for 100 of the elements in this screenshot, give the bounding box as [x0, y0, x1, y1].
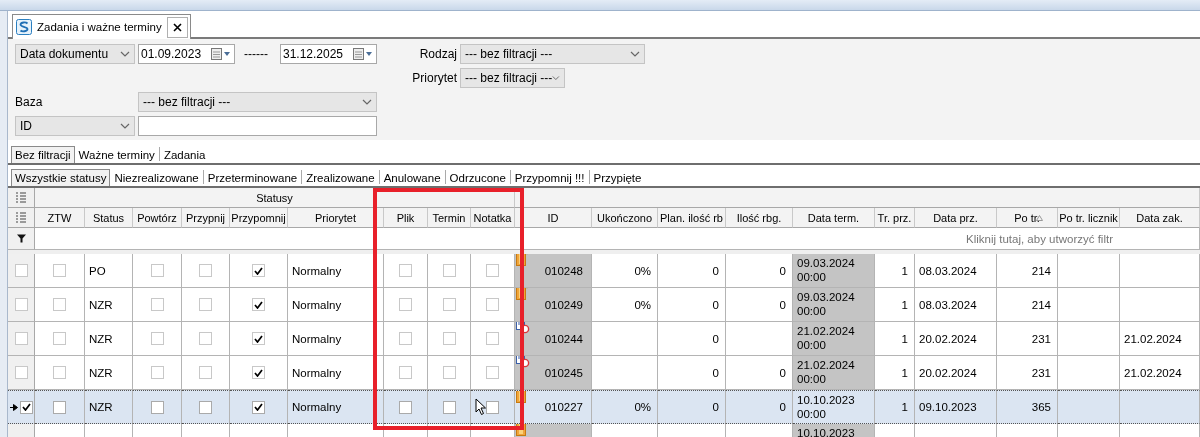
filter-tab[interactable]: Bez filtracji — [11, 146, 75, 163]
filter-tab[interactable]: Zrealizowane — [302, 169, 379, 186]
filter-tab[interactable]: Przeterminowane — [203, 169, 302, 186]
table-cell: PO — [85, 254, 133, 288]
checkbox[interactable] — [199, 264, 212, 277]
table-cell: 0% — [592, 254, 658, 288]
checkbox[interactable] — [252, 264, 265, 277]
checkbox[interactable] — [199, 400, 212, 414]
checkbox[interactable] — [442, 298, 456, 311]
band-header: Statusy — [35, 188, 515, 208]
checkbox[interactable] — [252, 400, 265, 414]
checkbox[interactable] — [442, 366, 456, 379]
checkbox[interactable] — [150, 400, 164, 414]
checkbox[interactable] — [399, 298, 412, 311]
filter-tab[interactable]: Przypomnij !!! — [510, 169, 589, 186]
table-cell: 365 — [997, 390, 1058, 424]
column-header[interactable]: Przypomnij — [230, 208, 288, 228]
column-header[interactable]: Po tr. licznik — [1058, 208, 1120, 228]
column-header[interactable]: Data term. — [793, 208, 875, 228]
table-cell: 0% — [592, 288, 658, 322]
checkbox[interactable] — [486, 264, 499, 277]
id-text: 010249 — [544, 298, 583, 311]
checkbox[interactable] — [53, 400, 66, 414]
checkbox[interactable] — [150, 298, 164, 311]
column-header[interactable]: Po tr. — [997, 208, 1058, 228]
search-field-dropdown[interactable]: ID — [15, 116, 135, 136]
filter-tab[interactable]: Ważne terminy — [74, 146, 159, 163]
table-cell: 1 — [875, 390, 915, 424]
checkbox[interactable] — [399, 332, 412, 345]
search-field[interactable] — [138, 116, 377, 136]
checkbox[interactable] — [199, 298, 212, 311]
filter-tab[interactable]: Niezrealizowane — [110, 169, 203, 186]
row-indicator[interactable] — [8, 390, 35, 424]
column-header[interactable]: Ilość rbg. — [726, 208, 793, 228]
checkbox[interactable] — [486, 366, 499, 379]
checkbox[interactable] — [442, 332, 456, 345]
column-header[interactable]: ZTW — [35, 208, 85, 228]
checkbox[interactable] — [399, 264, 412, 277]
priority-dropdown[interactable]: --- bez filtracji --- — [460, 68, 565, 88]
column-header[interactable]: Priorytet — [288, 208, 384, 228]
table-cell: 1 — [875, 322, 915, 356]
checkbox[interactable] — [53, 298, 66, 311]
document-tab[interactable]: Zadania i ważne terminy — [12, 14, 191, 39]
checkbox[interactable] — [252, 332, 265, 345]
close-button[interactable] — [166, 16, 188, 38]
date-type-dropdown[interactable]: Data dokumentu — [15, 44, 135, 64]
column-chooser-icon[interactable] — [16, 212, 26, 223]
calendar-icon — [353, 48, 373, 60]
checkbox[interactable] — [486, 332, 499, 345]
checkbox[interactable] — [150, 366, 164, 379]
checkbox[interactable] — [150, 332, 164, 345]
table-cell: 0 — [726, 356, 793, 390]
column-header[interactable]: Data prz. — [915, 208, 997, 228]
checkbox[interactable] — [442, 400, 456, 414]
row-checkbox[interactable] — [14, 264, 28, 277]
column-header[interactable]: Tr. prz. — [875, 208, 915, 228]
date-field[interactable]: 31.12.2025 — [280, 44, 377, 64]
column-header[interactable]: Przypnij — [182, 208, 230, 228]
filter-tab[interactable]: Zadania — [159, 146, 210, 163]
row-checkbox[interactable] — [14, 366, 28, 379]
checkbox[interactable] — [399, 366, 412, 379]
checkbox[interactable] — [53, 332, 66, 345]
table-cell: 09.10.2023 — [915, 390, 997, 424]
table-cell: 231 — [997, 356, 1058, 390]
checkbox[interactable] — [53, 264, 66, 277]
checkbox[interactable] — [199, 366, 212, 379]
filter-tab[interactable]: Wszystkie statusy — [11, 169, 111, 186]
row-checkbox[interactable] — [19, 400, 33, 414]
column-header[interactable]: Termin — [428, 208, 471, 228]
row-checkbox[interactable] — [14, 298, 28, 311]
checkbox[interactable] — [486, 298, 499, 311]
checkbox[interactable] — [442, 264, 456, 277]
filter-tab[interactable]: Przypięte — [589, 169, 646, 186]
date-field[interactable]: 01.09.2023 — [138, 44, 235, 64]
column-header[interactable]: Plan. ilość rb — [658, 208, 726, 228]
column-header[interactable]: Plik — [384, 208, 428, 228]
field-label: Priorytet — [412, 71, 457, 85]
filter-tab[interactable]: Anulowane — [379, 169, 445, 186]
checkbox[interactable] — [252, 298, 265, 311]
column-chooser-icon[interactable] — [16, 192, 26, 203]
checkbox[interactable] — [399, 400, 412, 414]
checkbox[interactable] — [486, 400, 499, 414]
column-header[interactable]: ID — [515, 208, 592, 228]
column-header[interactable]: Notatka — [471, 208, 515, 228]
base-dropdown[interactable]: --- bez filtracji --- — [138, 92, 377, 112]
column-header[interactable]: Data zak. — [1120, 208, 1200, 228]
checkbox[interactable] — [252, 366, 265, 379]
column-header[interactable]: Status — [85, 208, 133, 228]
type-dropdown[interactable]: --- bez filtracji --- — [460, 44, 645, 64]
filter-tab[interactable]: Odrzucone — [445, 169, 510, 186]
filter-row-hint[interactable]: Kliknij tutaj, aby utworzyć filtr — [35, 228, 1200, 250]
table-cell: 1 — [875, 356, 915, 390]
checkbox[interactable] — [150, 264, 164, 277]
checkbox[interactable] — [53, 366, 66, 379]
folder-icon — [516, 288, 528, 300]
row-checkbox[interactable] — [14, 332, 28, 345]
column-header[interactable]: Powtórz — [133, 208, 182, 228]
checkbox[interactable] — [199, 332, 212, 345]
column-header[interactable]: Ukończono — [592, 208, 658, 228]
table-cell: NZR — [85, 322, 133, 356]
